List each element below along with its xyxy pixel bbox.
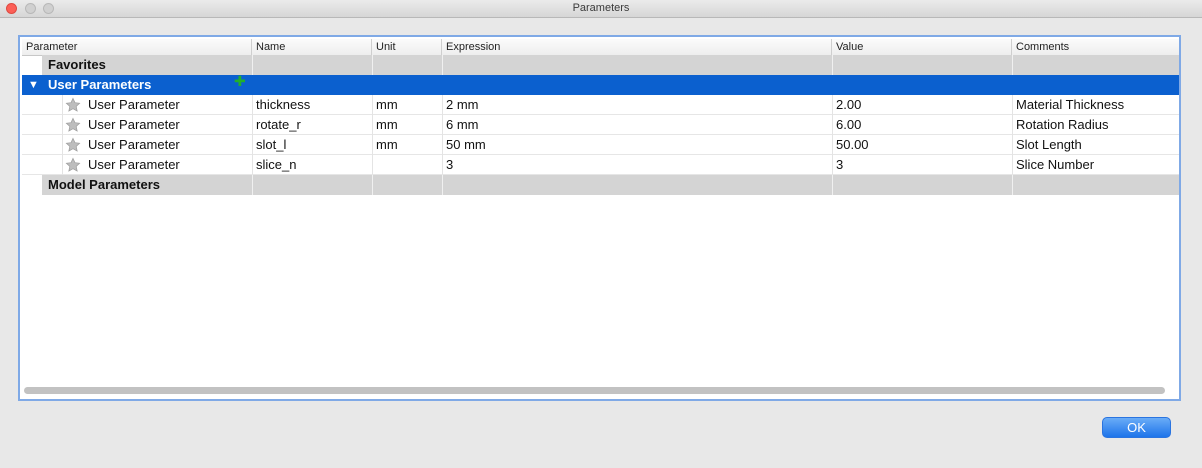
column-header-value[interactable]: Value bbox=[832, 39, 1012, 55]
parameter-name[interactable]: slice_n bbox=[252, 155, 296, 175]
group-row-favorites[interactable]: Favorites bbox=[22, 55, 1179, 75]
favorite-star-icon[interactable] bbox=[64, 157, 82, 173]
column-header-unit[interactable]: Unit bbox=[372, 39, 442, 55]
zoom-window-button[interactable] bbox=[43, 3, 54, 14]
parameters-table[interactable]: Parameter Name Unit Expression Value Com… bbox=[18, 35, 1181, 401]
parameter-name[interactable]: thickness bbox=[252, 95, 310, 115]
horizontal-scrollbar[interactable] bbox=[24, 387, 1165, 394]
table-row[interactable]: User Parameter slot_l mm 50 mm 50.00 Slo… bbox=[22, 135, 1179, 155]
group-label-model-parameters: Model Parameters bbox=[48, 177, 160, 192]
table-row[interactable]: User Parameter rotate_r mm 6 mm 6.00 Rot… bbox=[22, 115, 1179, 135]
parameter-expression[interactable]: 3 bbox=[442, 155, 453, 175]
group-label-user-parameters: User Parameters bbox=[48, 77, 152, 92]
parameter-type: User Parameter bbox=[88, 117, 180, 132]
expand-triangle-icon[interactable]: ▼ bbox=[28, 75, 39, 95]
table-header: Parameter Name Unit Expression Value Com… bbox=[22, 39, 1179, 56]
parameter-comment[interactable]: Slice Number bbox=[1012, 155, 1094, 175]
parameter-comment[interactable]: Slot Length bbox=[1012, 135, 1082, 155]
favorite-star-icon[interactable] bbox=[64, 137, 82, 153]
parameter-type: User Parameter bbox=[88, 137, 180, 152]
ok-button[interactable]: OK bbox=[1102, 417, 1171, 438]
parameter-unit[interactable]: mm bbox=[372, 95, 398, 115]
parameter-comment[interactable]: Rotation Radius bbox=[1012, 115, 1109, 135]
column-header-comments[interactable]: Comments bbox=[1012, 39, 1179, 55]
window-title: Parameters bbox=[572, 2, 630, 14]
parameter-value: 50.00 bbox=[836, 137, 869, 152]
plus-icon[interactable]: ✚ bbox=[234, 71, 246, 91]
group-row-user-parameters[interactable]: ▼ User Parameters ✚ bbox=[22, 73, 1179, 95]
parameter-unit[interactable] bbox=[372, 155, 376, 175]
parameter-unit[interactable]: mm bbox=[372, 115, 398, 135]
parameter-expression[interactable]: 6 mm bbox=[442, 115, 479, 135]
parameter-name[interactable]: slot_l bbox=[252, 135, 286, 155]
group-label-favorites: Favorites bbox=[48, 57, 106, 72]
minimize-window-button[interactable] bbox=[25, 3, 36, 14]
parameter-type: User Parameter bbox=[88, 97, 180, 112]
parameter-value: 2.00 bbox=[836, 97, 862, 112]
column-header-parameter[interactable]: Parameter bbox=[22, 39, 252, 55]
favorite-star-icon[interactable] bbox=[64, 97, 82, 113]
parameter-expression[interactable]: 2 mm bbox=[442, 95, 479, 115]
favorite-star-icon[interactable] bbox=[64, 117, 82, 133]
parameter-expression[interactable]: 50 mm bbox=[442, 135, 486, 155]
parameter-comment[interactable]: Material Thickness bbox=[1012, 95, 1124, 115]
close-window-button[interactable] bbox=[6, 3, 17, 14]
table-row[interactable]: User Parameter slice_n 3 3 Slice Number bbox=[22, 155, 1179, 175]
title-bar: Parameters bbox=[0, 0, 1202, 18]
column-header-expression[interactable]: Expression bbox=[442, 39, 832, 55]
parameter-type: User Parameter bbox=[88, 157, 180, 172]
parameter-unit[interactable]: mm bbox=[372, 135, 398, 155]
group-row-model-parameters[interactable]: Model Parameters bbox=[22, 175, 1179, 195]
table-row[interactable]: User Parameter thickness mm 2 mm 2.00 Ma… bbox=[22, 95, 1179, 115]
column-header-name[interactable]: Name bbox=[252, 39, 372, 55]
parameter-name[interactable]: rotate_r bbox=[252, 115, 301, 135]
parameter-value: 3 bbox=[836, 157, 844, 172]
parameter-value: 6.00 bbox=[836, 117, 862, 132]
